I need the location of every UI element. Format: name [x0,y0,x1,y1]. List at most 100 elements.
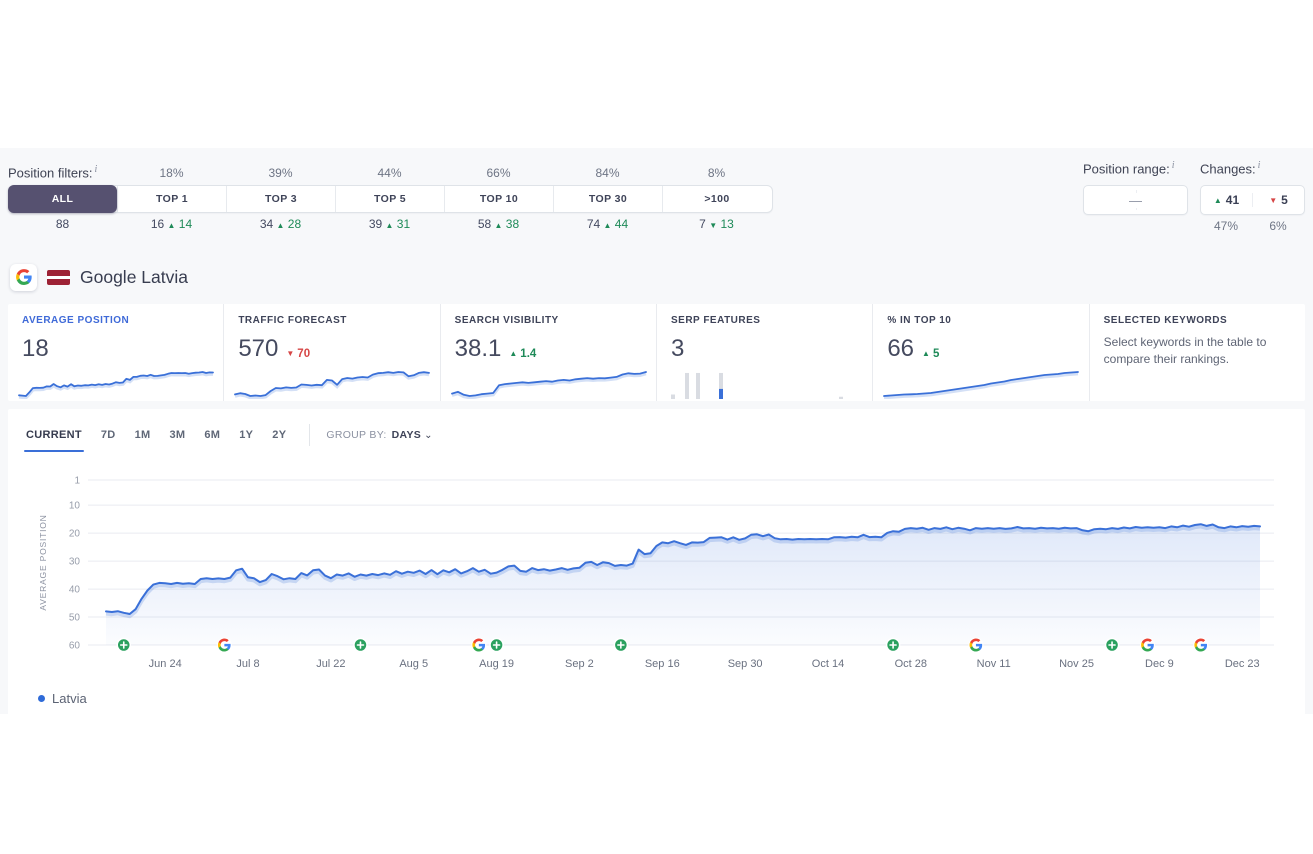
svg-text:60: 60 [69,641,81,652]
legend-dot-icon [38,695,45,702]
filter-tab-all[interactable]: ALL [8,185,117,213]
up-arrow-icon: ▲ [385,221,394,230]
svg-text:Sep 16: Sep 16 [645,658,680,670]
google-update-icon[interactable] [1140,637,1156,653]
filter-tab-top10[interactable]: TOP 10 [444,186,553,212]
average-position-chart[interactable]: 1 10 20 30 40 50 60 AVERAGE POSITION Jun 24 Jul 8… [8,465,1305,683]
sparkline-chart [450,371,647,399]
filter-tab-top30[interactable]: TOP 30 [553,186,662,212]
up-arrow-icon: ▲ [1213,195,1222,205]
filter-pct: 8% [707,166,726,180]
position-filters-section: Position filters: i 18% 39% 44% 66% 84% 8… [8,160,1305,244]
card-value: 38.1 [454,335,502,362]
card-value: 3 [670,335,685,362]
filter-count: 16 ▲ 14 [150,217,193,231]
info-icon[interactable]: i [1258,160,1261,171]
metric-card-average-position[interactable]: AVERAGE POSITION 18 [8,304,223,401]
chart-panel: CURRENT 7D 1M 3M 6M 1Y 2Y GROUP BY: DAYS… [8,409,1305,721]
project-header: Google Latvia [10,260,1305,294]
tab-1y[interactable]: 1Y [239,429,253,441]
filter-count: 7 ▼ 13 [699,217,734,231]
filter-tab-top1[interactable]: TOP 1 [117,186,226,212]
filter-tab-over100[interactable]: >100 [662,186,771,212]
card-title: SEARCH VISIBILITY [454,315,559,326]
card-value: 18 [22,335,49,362]
up-arrow-icon: ▲ [276,221,285,230]
svg-text:Jul 8: Jul 8 [236,658,259,670]
position-range-input[interactable]: — [1083,185,1188,215]
google-update-icon[interactable] [1193,637,1209,653]
card-value: 66 [887,335,915,362]
info-icon[interactable]: i [1172,160,1175,171]
latvia-flag-icon [47,269,70,285]
metric-card-search-visibility[interactable]: SEARCH VISIBILITY 38.1 ▲ 1.4 [439,304,656,401]
card-title: SELECTED KEYWORDS [1103,315,1228,326]
down-arrow-icon: ▼ [709,221,718,230]
changes-label: Changes: i [1200,160,1261,177]
line-chart-svg: 1 10 20 30 40 50 60 AVERAGE POSITION Jun 24 Jul 8… [38,476,1274,670]
filter-pct: 18% [159,166,184,180]
sparkline-chart [18,371,214,399]
svg-text:Aug 5: Aug 5 [399,658,428,670]
tab-6m[interactable]: 6M [204,429,220,441]
svg-text:Dec 23: Dec 23 [1225,658,1260,670]
tab-current[interactable]: CURRENT [24,429,84,452]
tab-1m[interactable]: 1M [135,429,151,441]
google-update-icon[interactable] [216,637,232,653]
google-update-icon[interactable] [968,637,984,653]
filter-count: 74 ▲ 44 [586,217,629,231]
change-badge: ▲ 1.4 [509,347,537,360]
changes-up-button[interactable]: ▲ 41 [1201,193,1253,207]
up-arrow-icon: ▲ [167,221,176,230]
note-icon[interactable] [885,637,901,653]
google-update-icon[interactable] [471,637,487,653]
filter-tab-top5[interactable]: TOP 5 [335,186,444,212]
legend-label: Latvia [52,691,87,706]
note-icon[interactable] [353,637,368,653]
svg-text:Nov 25: Nov 25 [1059,658,1094,670]
svg-text:Dec 9: Dec 9 [1145,658,1174,670]
info-icon[interactable]: i [95,164,98,175]
tab-3m[interactable]: 3M [169,429,185,441]
metric-card-percent-top10[interactable]: % IN TOP 10 66 ▲ 5 [872,304,1088,401]
range-dash: — [1125,192,1146,208]
note-icon[interactable] [1104,637,1120,653]
project-title: Google Latvia [80,266,188,287]
up-arrow-icon: ▲ [603,221,612,230]
change-badge: ▼ 70 [286,347,311,360]
divider [309,424,311,446]
svg-text:Oct 28: Oct 28 [895,658,927,670]
note-icon[interactable] [116,637,132,653]
up-arrow-icon: ▲ [494,221,503,230]
position-range-control: Position range: i — [1083,160,1188,233]
changes-percentages: 47% 6% [1213,219,1287,233]
filter-tab-top3[interactable]: TOP 3 [226,186,335,212]
svg-text:20: 20 [69,529,81,540]
filter-count: 39 ▲ 31 [368,217,411,231]
filter-count: 88 [55,217,70,231]
note-icon[interactable] [489,637,504,653]
change-badge: ▲ 5 [922,347,940,360]
svg-text:Nov 11: Nov 11 [977,658,1011,670]
tab-7d[interactable]: 7D [101,429,116,441]
filter-count: 34 ▲ 28 [259,217,302,231]
rankings-dashboard: Position filters: i 18% 39% 44% 66% 84% 8… [0,148,1313,721]
card-value: 570 [238,335,279,362]
metric-card-serp-features[interactable]: SERP FEATURES 3 [655,304,872,401]
filter-pct: 84% [595,166,620,180]
svg-text:1: 1 [74,476,80,487]
filter-pct: 44% [377,166,402,180]
metric-card-selected-keywords: SELECTED KEYWORDS Select keywords in the… [1088,304,1305,401]
svg-text:Sep 30: Sep 30 [728,658,763,670]
chart-legend[interactable]: Latvia [38,691,1305,706]
tab-2y[interactable]: 2Y [272,429,286,441]
metric-card-traffic-forecast[interactable]: TRAFFIC FORECAST 570 ▼ 70 [223,304,439,401]
svg-text:Aug 19: Aug 19 [479,658,514,670]
note-icon[interactable] [613,637,629,653]
filter-pct: 66% [486,166,511,180]
up-arrow-icon: ▲ [922,349,930,358]
position-filters-label: Position filters: i [8,163,98,180]
changes-down-button[interactable]: ▼ 5 [1253,193,1304,207]
group-by-dropdown[interactable]: GROUP BY: DAYS ⌄ [326,429,432,441]
metric-cards-panel: AVERAGE POSITION 18 TRAFFIC FORECAST 570… [8,304,1305,401]
